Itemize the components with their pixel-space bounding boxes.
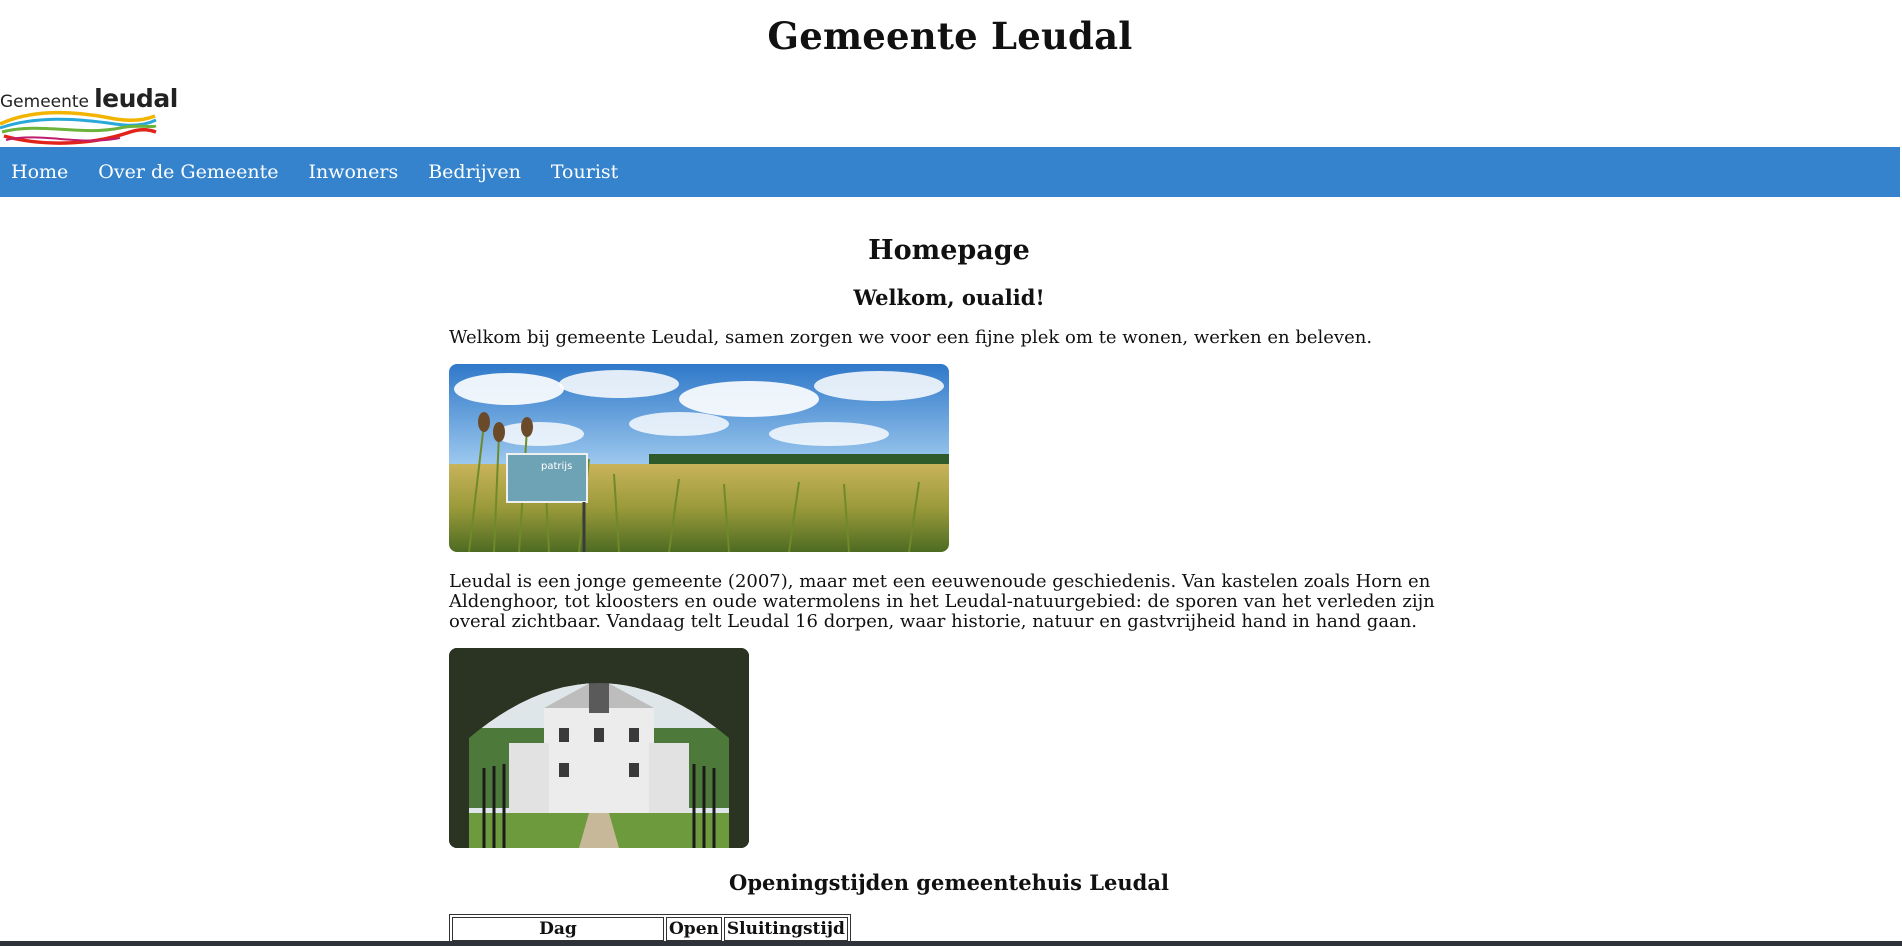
nav-bedrijven[interactable]: Bedrijven bbox=[428, 161, 521, 183]
nav-tourist[interactable]: Tourist bbox=[551, 161, 618, 183]
intro-text: Welkom bij gemeente Leudal, samen zorgen… bbox=[449, 327, 1373, 348]
nav-home[interactable]: Home bbox=[11, 161, 68, 183]
site-title: Gemeente Leudal bbox=[767, 14, 1133, 58]
welcome-heading: Welkom, oualid! bbox=[853, 285, 1045, 310]
opening-hours-heading: Openingstijden gemeentehuis Leudal bbox=[729, 870, 1169, 895]
column-header-open: Open bbox=[666, 917, 722, 941]
castle-photo bbox=[449, 648, 749, 848]
main-navbar: Home Over de Gemeente Inwoners Bedrijven… bbox=[0, 147, 1900, 197]
opening-hours-table: Dag Open Sluitingstijd bbox=[449, 914, 851, 944]
nav-over-de-gemeente[interactable]: Over de Gemeente bbox=[98, 161, 278, 183]
history-text: Leudal is een jonge gemeente (2007), maa… bbox=[449, 571, 1435, 632]
table-header-row: Dag Open Sluitingstijd bbox=[452, 917, 848, 941]
field-sign-text: patrijs bbox=[541, 461, 572, 472]
landscape-photo: patrijs bbox=[449, 364, 949, 552]
column-header-dag: Dag bbox=[452, 917, 664, 941]
column-header-sluitingstijd: Sluitingstijd bbox=[723, 917, 848, 941]
logo-waves-icon bbox=[0, 110, 157, 145]
nav-inwoners[interactable]: Inwoners bbox=[308, 161, 398, 183]
window-bottom-edge bbox=[0, 941, 1902, 946]
gemeente-leudal-logo[interactable]: Gemeente leudal bbox=[0, 80, 178, 145]
page-heading: Homepage bbox=[868, 235, 1030, 266]
